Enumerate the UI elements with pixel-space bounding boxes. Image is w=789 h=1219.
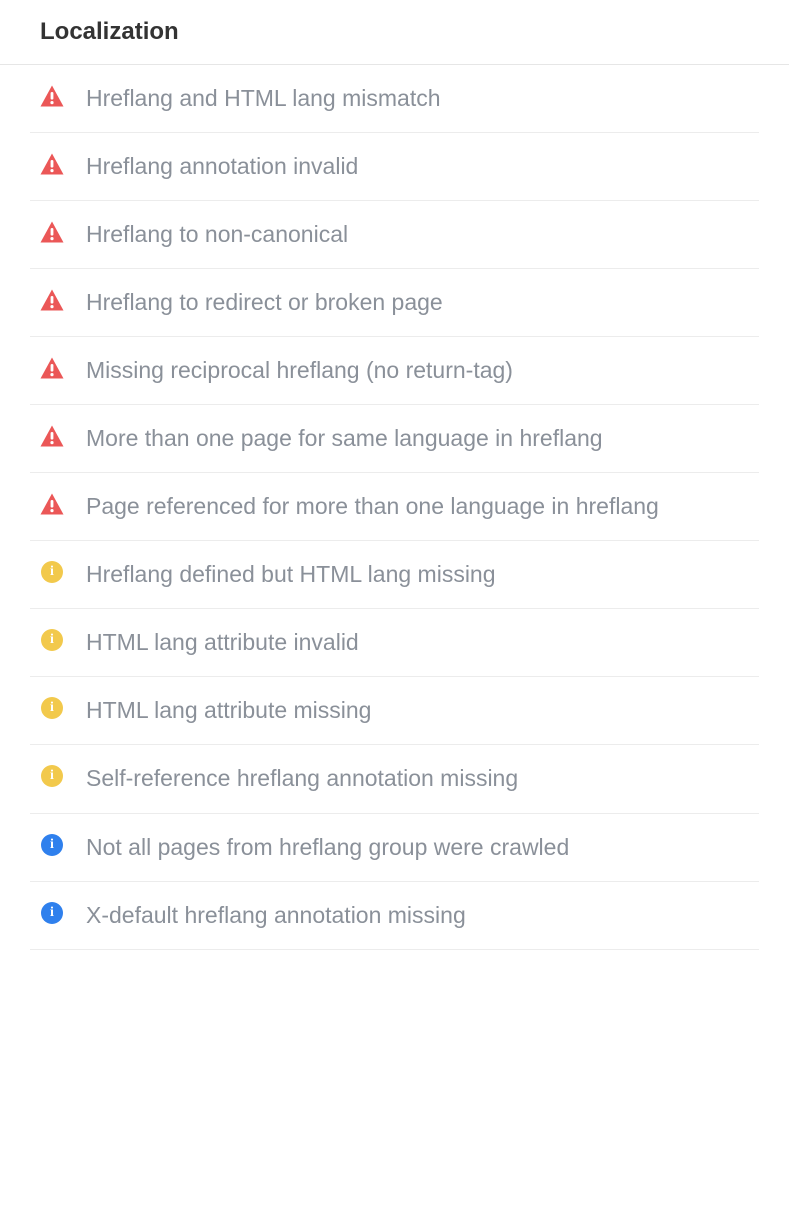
issue-item[interactable]: i Not all pages from hreflang group were …: [30, 814, 759, 882]
issue-label: Hreflang and HTML lang mismatch: [86, 83, 441, 114]
issue-label: X-default hreflang annotation missing: [86, 900, 466, 931]
issue-label: HTML lang attribute missing: [86, 695, 371, 726]
error-icon: [40, 221, 64, 243]
issue-label: Page referenced for more than one langua…: [86, 491, 659, 522]
error-icon: [40, 153, 64, 175]
warning-icon: i: [40, 765, 64, 787]
warning-icon: i: [40, 697, 64, 719]
issue-item[interactable]: i Self-reference hreflang annotation miss…: [30, 745, 759, 813]
issue-label: Hreflang to non-canonical: [86, 219, 348, 250]
section-title: Localization: [0, 0, 789, 65]
issue-item[interactable]: i Hreflang defined but HTML lang missing: [30, 541, 759, 609]
error-icon: [40, 425, 64, 447]
issue-label: Missing reciprocal hreflang (no return-t…: [86, 355, 513, 386]
issue-item[interactable]: Missing reciprocal hreflang (no return-t…: [30, 337, 759, 405]
localization-section: Localization Hreflang and HTML lang mism…: [0, 0, 789, 950]
info-icon: i: [40, 902, 64, 924]
issue-item[interactable]: Hreflang to non-canonical: [30, 201, 759, 269]
issue-item[interactable]: Hreflang to redirect or broken page: [30, 269, 759, 337]
error-icon: [40, 493, 64, 515]
issue-item[interactable]: i HTML lang attribute invalid: [30, 609, 759, 677]
issue-list: Hreflang and HTML lang mismatch Hreflang…: [0, 65, 789, 950]
info-icon: i: [40, 834, 64, 856]
issue-item[interactable]: More than one page for same language in …: [30, 405, 759, 473]
issue-label: Hreflang defined but HTML lang missing: [86, 559, 496, 590]
issue-item[interactable]: Page referenced for more than one langua…: [30, 473, 759, 541]
issue-label: More than one page for same language in …: [86, 423, 603, 454]
error-icon: [40, 357, 64, 379]
issue-item[interactable]: Hreflang and HTML lang mismatch: [30, 65, 759, 133]
issue-label: Not all pages from hreflang group were c…: [86, 832, 569, 863]
issue-item[interactable]: Hreflang annotation invalid: [30, 133, 759, 201]
issue-label: Hreflang annotation invalid: [86, 151, 358, 182]
issue-label: Self-reference hreflang annotation missi…: [86, 763, 518, 794]
error-icon: [40, 85, 64, 107]
issue-label: HTML lang attribute invalid: [86, 627, 359, 658]
issue-item[interactable]: i HTML lang attribute missing: [30, 677, 759, 745]
warning-icon: i: [40, 561, 64, 583]
warning-icon: i: [40, 629, 64, 651]
issue-item[interactable]: i X-default hreflang annotation missing: [30, 882, 759, 950]
issue-label: Hreflang to redirect or broken page: [86, 287, 443, 318]
error-icon: [40, 289, 64, 311]
